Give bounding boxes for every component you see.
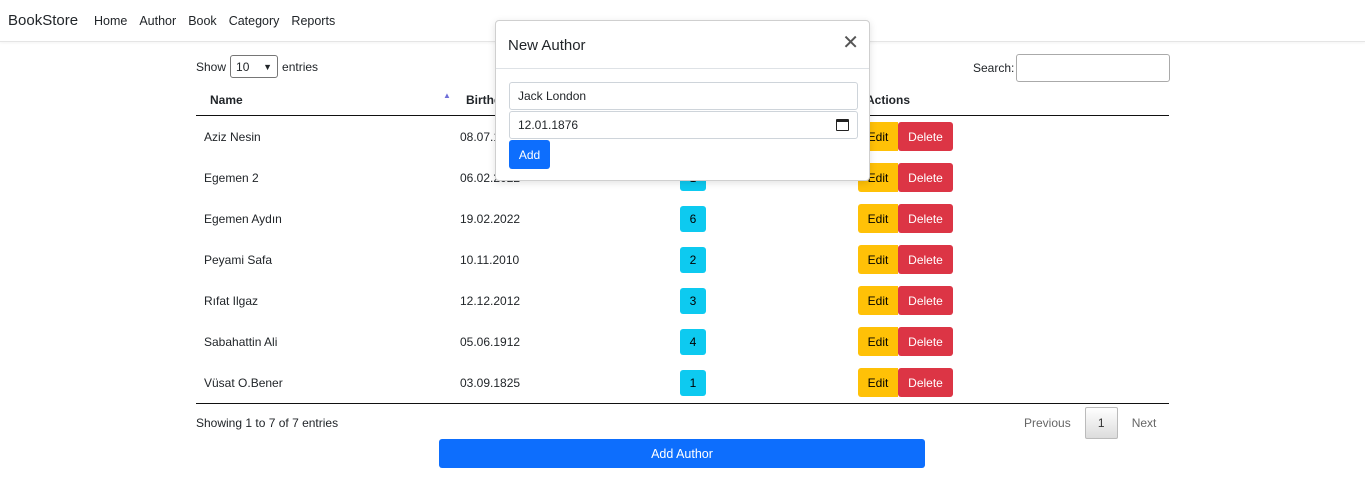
delete-button[interactable]: Delete bbox=[898, 286, 953, 315]
book-count-badge[interactable]: 3 bbox=[680, 288, 706, 314]
author-birthdate: 10.11.2010 bbox=[460, 253, 520, 267]
nav-author[interactable]: Author bbox=[139, 14, 176, 28]
author-name: Egemen Aydın bbox=[204, 212, 282, 226]
book-count-badge[interactable]: 4 bbox=[680, 329, 706, 355]
column-header-actions: Actions bbox=[866, 93, 911, 107]
author-birthdate: 19.02.2022 bbox=[460, 212, 521, 226]
modal-title: New Author bbox=[508, 37, 586, 54]
calendar-icon[interactable] bbox=[836, 119, 849, 131]
table-info: Showing 1 to 7 of 7 entries bbox=[196, 416, 339, 430]
author-birthdate: 05.06.1912 bbox=[460, 335, 521, 349]
edit-button[interactable]: Edit bbox=[858, 327, 898, 356]
edit-button[interactable]: Edit bbox=[858, 245, 898, 274]
delete-button[interactable]: Delete bbox=[898, 327, 953, 356]
sort-asc-icon: ▲ bbox=[443, 91, 451, 100]
delete-button[interactable]: Delete bbox=[898, 368, 953, 397]
author-name: Aziz Nesin bbox=[204, 130, 261, 144]
table-row: Peyami Safa 10.11.2010 2 Edit Delete bbox=[196, 239, 1169, 280]
birthdate-input-value: 12.01.1876 bbox=[518, 118, 579, 132]
edit-button[interactable]: Edit bbox=[858, 286, 898, 315]
delete-button[interactable]: Delete bbox=[898, 163, 953, 192]
delete-button[interactable]: Delete bbox=[898, 122, 953, 151]
entries-length-control: Show 10 ▼ entries bbox=[196, 55, 318, 78]
author-name: Peyami Safa bbox=[204, 253, 273, 267]
nav-book[interactable]: Book bbox=[188, 14, 217, 28]
author-birthdate: 12.12.2012 bbox=[460, 294, 521, 308]
edit-button[interactable]: Edit bbox=[858, 204, 898, 233]
search-input[interactable] bbox=[1016, 54, 1171, 82]
previous-page-button[interactable]: Previous bbox=[1014, 408, 1081, 438]
delete-button[interactable]: Delete bbox=[898, 245, 953, 274]
author-name-input-value: Jack London bbox=[518, 89, 587, 103]
author-name: Rıfat Ilgaz bbox=[204, 294, 259, 308]
next-page-button[interactable]: Next bbox=[1122, 408, 1167, 438]
nav-category[interactable]: Category bbox=[229, 14, 280, 28]
pagination: Previous 1 Next bbox=[1014, 407, 1166, 439]
modal-header: New Author ✕ bbox=[496, 21, 869, 69]
table-search: Search: bbox=[973, 54, 1171, 82]
chevron-down-icon: ▼ bbox=[263, 61, 273, 72]
nav-home[interactable]: Home bbox=[94, 14, 127, 28]
author-name: Egemen 2 bbox=[204, 171, 259, 185]
author-name-input[interactable]: Jack London bbox=[509, 82, 858, 110]
book-count-badge[interactable]: 6 bbox=[680, 206, 706, 232]
nav-reports[interactable]: Reports bbox=[291, 14, 335, 28]
brand-link[interactable]: BookStore bbox=[8, 12, 78, 29]
birthdate-input[interactable]: 12.01.1876 bbox=[509, 111, 858, 139]
author-name: Sabahattin Ali bbox=[204, 335, 278, 349]
close-icon[interactable]: ✕ bbox=[842, 33, 859, 53]
book-count-badge[interactable]: 1 bbox=[680, 370, 706, 396]
book-count-badge[interactable]: 2 bbox=[680, 247, 706, 273]
table-row: Vüsat O.Bener 03.09.1825 1 Edit Delete bbox=[196, 362, 1169, 403]
add-author-button[interactable]: Add Author bbox=[439, 439, 925, 468]
author-name: Vüsat O.Bener bbox=[204, 376, 283, 390]
delete-button[interactable]: Delete bbox=[898, 204, 953, 233]
author-birthdate: 03.09.1825 bbox=[460, 376, 521, 390]
page-1-button[interactable]: 1 bbox=[1084, 407, 1118, 439]
show-label: Show bbox=[196, 59, 227, 74]
entries-select-value: 10 bbox=[236, 59, 250, 74]
nav-links: Home Author Book Category Reports bbox=[94, 14, 335, 28]
table-row: Sabahattin Ali 05.06.1912 4 Edit Delete bbox=[196, 321, 1169, 362]
search-label: Search: bbox=[973, 61, 1015, 75]
column-header-name[interactable]: Name bbox=[210, 93, 243, 107]
modal-add-button[interactable]: Add bbox=[509, 140, 550, 169]
entries-select[interactable]: 10 ▼ bbox=[230, 55, 279, 78]
edit-button[interactable]: Edit bbox=[858, 368, 898, 397]
table-row: Egemen Aydın 19.02.2022 6 Edit Delete bbox=[196, 198, 1169, 239]
entries-label: entries bbox=[282, 59, 319, 74]
new-author-modal: New Author ✕ Jack London 12.01.1876 Add bbox=[495, 20, 870, 181]
table-row: Rıfat Ilgaz 12.12.2012 3 Edit Delete bbox=[196, 280, 1169, 321]
